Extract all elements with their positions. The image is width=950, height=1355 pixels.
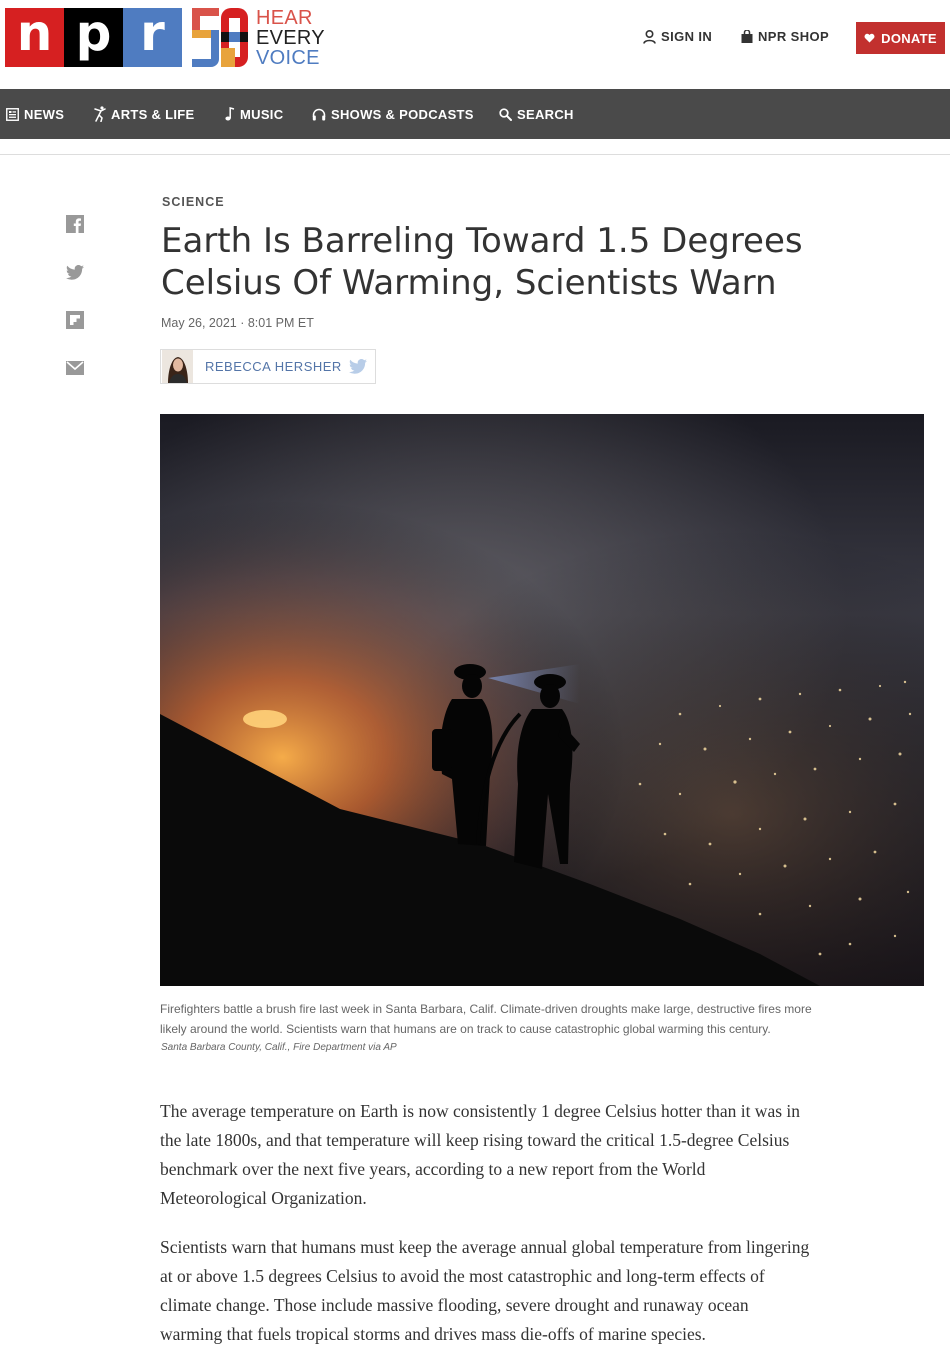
logo-letter-r: r xyxy=(123,8,182,67)
tagline-line-1: HEAR xyxy=(256,7,313,29)
flipboard-icon xyxy=(66,311,84,329)
headphones-icon xyxy=(312,108,326,120)
share-flipboard-button[interactable] xyxy=(65,310,85,330)
donate-label: DONATE xyxy=(881,30,937,46)
author-name-link[interactable]: REBECCA HERSHER xyxy=(205,359,342,374)
npr-shop-label: NPR SHOP xyxy=(758,29,830,44)
npr-shop-link[interactable]: NPR SHOP xyxy=(741,29,829,44)
nav-label-shows-podcasts: SHOWS & PODCASTS xyxy=(331,106,474,122)
search-icon xyxy=(499,107,512,121)
sign-in-label: SIGN IN xyxy=(661,29,713,44)
site-header: n p r HEAR EVERY VOICE SIGN IN NPR SHOP xyxy=(0,0,950,89)
sign-in-link[interactable]: SIGN IN xyxy=(643,29,712,44)
nav-divider xyxy=(0,139,950,155)
bag-icon xyxy=(741,30,753,43)
donate-button[interactable]: DONATE xyxy=(856,22,945,54)
nav-item-news[interactable]: NEWS xyxy=(6,89,64,139)
nav-item-arts-life[interactable]: ARTS & LIFE xyxy=(94,89,194,139)
section-slug[interactable]: SCIENCE xyxy=(162,195,225,209)
author-twitter-icon[interactable] xyxy=(349,359,367,374)
email-icon xyxy=(66,361,84,375)
article-paragraph: Scientists warn that humans must keep th… xyxy=(160,1237,810,1344)
npr-logo[interactable]: n p r xyxy=(5,8,183,67)
facebook-icon xyxy=(66,215,84,233)
music-note-icon xyxy=(225,107,235,121)
nav-label-news: NEWS xyxy=(24,106,65,122)
lead-photo-firefighters[interactable] xyxy=(160,414,924,986)
author-byline: REBECCA HERSHER xyxy=(160,349,376,384)
nav-label-arts-life: ARTS & LIFE xyxy=(111,106,195,122)
nav-item-music[interactable]: MUSIC xyxy=(225,89,283,139)
npr-50-anniversary-logo xyxy=(192,8,248,67)
tagline-line-2: EVERY xyxy=(256,27,325,49)
dancer-icon xyxy=(94,106,106,122)
main-nav: NEWS ARTS & LIFE MUSIC SHOWS & PODCASTS … xyxy=(0,89,950,139)
share-twitter-button[interactable] xyxy=(65,262,85,282)
hear-every-voice-tagline: HEAR EVERY VOICE xyxy=(256,8,325,68)
author-avatar[interactable] xyxy=(162,350,193,383)
photo-credit: Santa Barbara County, Calif., Fire Depar… xyxy=(161,1042,397,1053)
nav-item-search[interactable]: SEARCH xyxy=(499,89,574,139)
nav-label-search: SEARCH xyxy=(517,106,574,122)
nav-label-music: MUSIC xyxy=(240,106,284,122)
article-paragraph: The average temperature on Earth is now … xyxy=(160,1101,801,1208)
share-email-button[interactable] xyxy=(65,358,85,378)
photo-caption: Firefighters battle a brush fire last we… xyxy=(160,1002,812,1036)
tagline-line-3: VOICE xyxy=(256,47,320,69)
share-facebook-button[interactable] xyxy=(65,214,85,234)
heart-icon xyxy=(864,33,875,43)
nav-item-shows-podcasts[interactable]: SHOWS & PODCASTS xyxy=(312,89,474,139)
logo-letter-p: p xyxy=(64,8,123,67)
twitter-icon xyxy=(66,264,84,280)
article-dateline: May 26, 2021 · 8:01 PM ET xyxy=(161,316,314,330)
article-title: Earth Is Barreling Toward 1.5 Degrees Ce… xyxy=(161,221,803,303)
user-icon xyxy=(643,29,656,44)
news-icon xyxy=(6,107,19,121)
logo-letter-n: n xyxy=(5,8,64,67)
